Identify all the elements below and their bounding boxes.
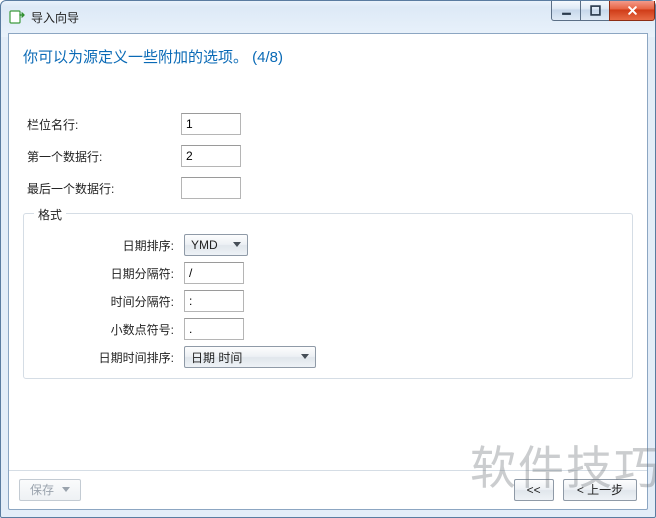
dec-sym-label: 小数点符号: bbox=[34, 321, 184, 338]
app-icon bbox=[9, 9, 25, 25]
date-sep-field: 日期分隔符: bbox=[34, 262, 622, 284]
first-page-label: << bbox=[527, 483, 541, 497]
header-row-input[interactable] bbox=[181, 113, 241, 135]
datetime-order-field: 日期时间排序: 日期 时间 bbox=[34, 346, 622, 368]
last-data-row-label: 最后一个数据行: bbox=[23, 180, 181, 197]
time-sep-field: 时间分隔符: bbox=[34, 290, 622, 312]
titlebar[interactable]: 导入向导 bbox=[1, 1, 655, 33]
minimize-button[interactable] bbox=[551, 1, 581, 21]
client-area: 你可以为源定义一些附加的选项。 (4/8) 栏位名行: 第一个数据行: 最后一个… bbox=[8, 33, 648, 510]
dec-sym-field: 小数点符号: bbox=[34, 318, 622, 340]
last-data-row-field: 最后一个数据行: bbox=[23, 177, 633, 199]
datetime-order-label: 日期时间排序: bbox=[34, 349, 184, 366]
content-area: 栏位名行: 第一个数据行: 最后一个数据行: 格式 日期排序: YMD bbox=[9, 75, 647, 470]
date-sep-label: 日期分隔符: bbox=[34, 265, 184, 282]
date-order-label: 日期排序: bbox=[34, 237, 184, 254]
time-sep-input[interactable] bbox=[184, 290, 244, 312]
date-order-value: YMD bbox=[191, 238, 224, 252]
page-heading: 你可以为源定义一些附加的选项。 (4/8) bbox=[9, 34, 647, 75]
date-order-field: 日期排序: YMD bbox=[34, 234, 622, 256]
time-sep-label: 时间分隔符: bbox=[34, 293, 184, 310]
back-button-label: < 上一步 bbox=[577, 481, 623, 498]
format-fieldset: 格式 日期排序: YMD 日期分隔符: 时间分隔符: bbox=[23, 213, 633, 379]
date-order-select[interactable]: YMD bbox=[184, 234, 248, 256]
header-row-field: 栏位名行: bbox=[23, 113, 633, 135]
chevron-down-icon bbox=[297, 348, 313, 366]
header-row-label: 栏位名行: bbox=[23, 116, 181, 133]
datetime-order-value: 日期 时间 bbox=[191, 349, 248, 366]
close-button[interactable] bbox=[609, 1, 655, 21]
window-frame: 导入向导 你可以为源定义一些附加的选项。 (4/8) 栏位名行: 第一个数据行: bbox=[0, 0, 656, 518]
save-button-label: 保存 bbox=[30, 481, 54, 498]
datetime-order-select[interactable]: 日期 时间 bbox=[184, 346, 316, 368]
save-button[interactable]: 保存 bbox=[19, 479, 81, 501]
first-data-row-label: 第一个数据行: bbox=[23, 148, 181, 165]
first-page-button[interactable]: << bbox=[514, 479, 554, 501]
date-sep-input[interactable] bbox=[184, 262, 244, 284]
dec-sym-input[interactable] bbox=[184, 318, 244, 340]
chevron-down-icon bbox=[62, 487, 70, 493]
maximize-button[interactable] bbox=[580, 1, 610, 21]
footer: 保存 << < 上一步 bbox=[9, 470, 647, 510]
chevron-down-icon bbox=[229, 236, 245, 254]
window-controls bbox=[552, 1, 655, 21]
format-legend: 格式 bbox=[34, 206, 66, 223]
first-data-row-input[interactable] bbox=[181, 145, 241, 167]
back-button[interactable]: < 上一步 bbox=[563, 479, 637, 501]
window-title: 导入向导 bbox=[31, 9, 79, 26]
last-data-row-input[interactable] bbox=[181, 177, 241, 199]
first-data-row-field: 第一个数据行: bbox=[23, 145, 633, 167]
